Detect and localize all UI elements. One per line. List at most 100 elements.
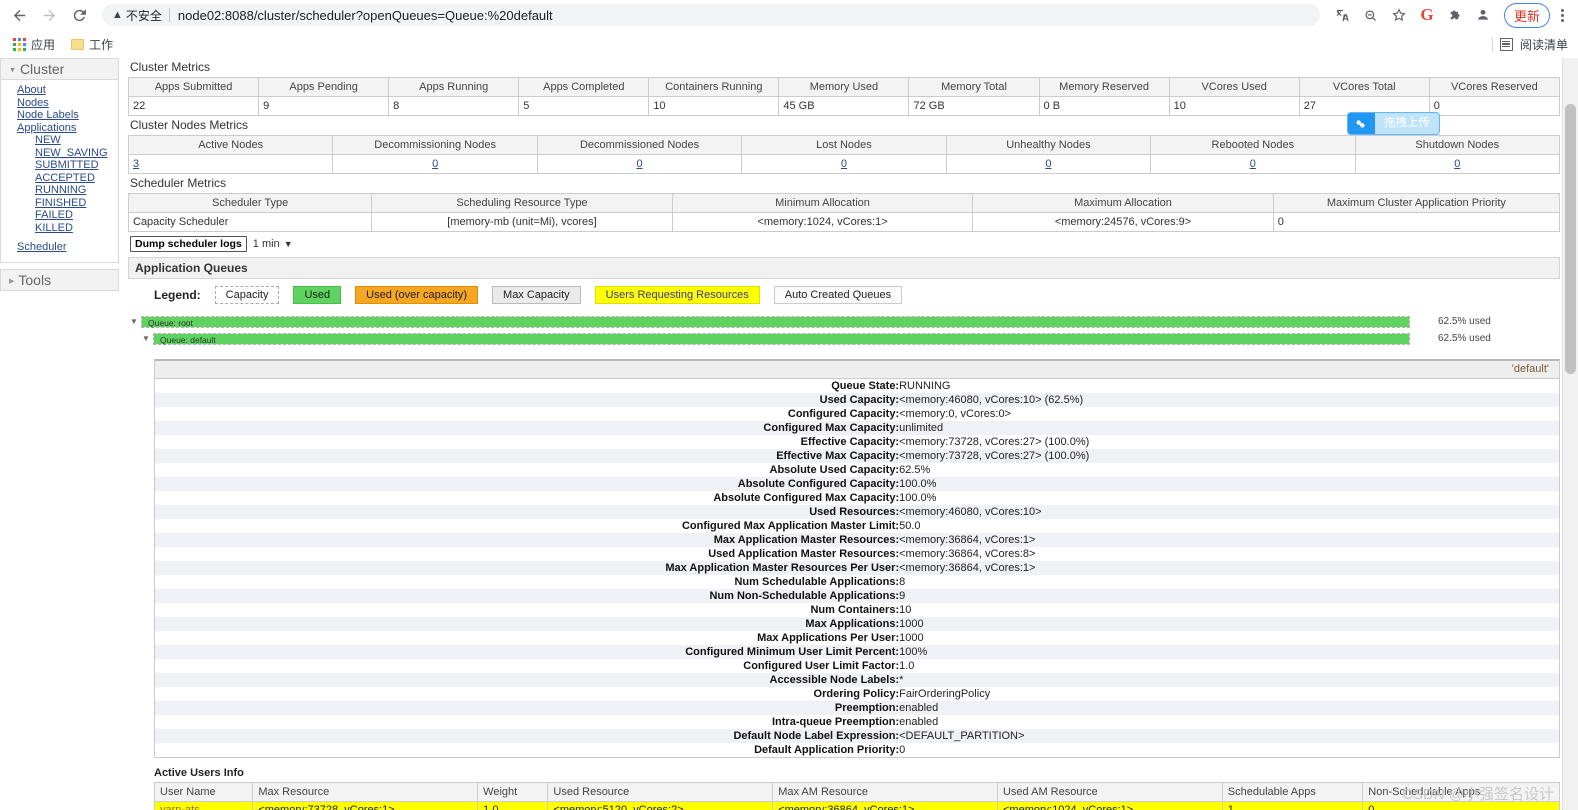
val-vcores-used: 10 [1168,96,1300,116]
queue-properties-table: Queue State: RUNNING Used Capacity: <memor… [155,379,1559,757]
scrollbar-thumb[interactable] [1565,104,1576,374]
col-used-resource: Used Resource [547,782,774,802]
zoom-out-icon[interactable] [1358,2,1384,28]
sidebar-item-new-saving[interactable]: NEW_SAVING [1,147,118,160]
google-g-icon[interactable]: G [1414,2,1440,28]
col-user-name: User Name [153,782,254,802]
sidebar-item-running[interactable]: RUNNING [1,184,118,197]
col-max-am-resource: Max AM Resource [772,782,998,802]
bookmark-apps[interactable]: 应用 [8,34,60,55]
reload-icon[interactable] [66,2,92,28]
dump-scheduler-logs-button[interactable]: Dump scheduler logs [130,236,247,252]
table-row: Configured Max Capacity: unlimited [155,421,1559,435]
val-rebooted-nodes[interactable]: 0 [1250,158,1256,170]
prop-key: Used Application Master Resources: [708,548,900,560]
sidebar-item-about[interactable]: About [1,84,118,97]
browser-toolbar: ▲ 不安全 node02:8088/cluster/scheduler?open… [0,0,1578,30]
prop-value: 62.5% [899,464,931,476]
sidebar-header-cluster[interactable]: ▼ Cluster [0,58,119,79]
sidebar-item-finished[interactable]: FINISHED [1,197,118,210]
prop-value: 0 [899,744,906,756]
bookmark-work-folder[interactable]: 工作 [66,34,118,55]
prop-key: Effective Capacity: [800,436,900,448]
val-memory-reserved: 0 B [1038,96,1170,116]
back-arrow-icon[interactable] [6,2,32,28]
sidebar-item-killed[interactable]: KILLED [1,222,118,235]
page-scrollbar[interactable] [1562,58,1578,810]
sidebar-item-new[interactable]: NEW [1,134,118,147]
queue-label: Queue: root [148,317,193,328]
sidebar-item-nodes[interactable]: Nodes [1,97,118,110]
prop-value: enabled [899,702,939,714]
prop-key: Absolute Configured Capacity: [737,478,900,490]
reading-list-icon [1499,37,1513,51]
val-lost-nodes[interactable]: 0 [841,158,847,170]
table-row: Configured Max Application Master Limit:… [155,519,1559,533]
col-used-am-resource: Used AM Resource [996,782,1223,802]
col-weight: Weight [477,782,549,802]
bookmark-star-icon[interactable] [1386,2,1412,28]
col-rebooted-nodes: Rebooted Nodes [1150,135,1356,155]
queue-bars: ▼ Queue: root 62.5% used ▼ Queue: defaul… [128,311,1560,351]
sidebar-item-submitted[interactable]: SUBMITTED [1,159,118,172]
queue-capacity-bar[interactable]: Queue: root [141,315,1410,328]
prop-key: Accessible Node Labels: [769,674,900,686]
table-header-row: Apps Submitted Apps Pending Apps Running… [127,77,1561,97]
bookmarks-bar-right: 阅读清单 [1491,36,1568,53]
queue-row-default[interactable]: ▼ Queue: default 62.5% used [130,332,1560,345]
forward-arrow-icon[interactable] [36,2,62,28]
translate-icon[interactable] [1330,2,1356,28]
netdisk-upload-widget[interactable]: 拖拽上传 [1347,112,1440,135]
val-apps-submitted: 22 [127,96,260,116]
sidebar-item-scheduler[interactable]: Scheduler [1,241,118,254]
val-decommissioning-nodes[interactable]: 0 [432,158,438,170]
dump-interval-select[interactable]: 1 min ▼ [253,238,293,250]
table-row: Used Capacity: <memory:46080, vCores:10> … [155,393,1559,407]
prop-value: <memory:36864, vCores:1> [899,562,1036,574]
sidebar-item-applications[interactable]: Applications [1,122,118,135]
val-vcores-reserved: 0 [1428,96,1561,116]
active-users-title: Active Users Info [154,767,244,779]
table-row: Configured Capacity: <memory:0, vCores:0> [155,407,1559,421]
browser-menu-icon[interactable] [1554,8,1570,22]
table-row: Default Node Label Expression: <DEFAULT_P… [155,729,1559,743]
col-max-cluster-app-priority: Maximum Cluster Application Priority [1272,193,1561,213]
prop-key: Intra-queue Preemption: [771,716,900,728]
sidebar-header-tools[interactable]: ▶ Tools [0,268,119,291]
sidebar-item-accepted[interactable]: ACCEPTED [1,172,118,185]
prop-key: Max Application Master Resources: [713,534,900,546]
queue-row-root[interactable]: ▼ Queue: root 62.5% used [130,315,1560,328]
prop-key: Num Schedulable Applications: [734,576,900,588]
prop-value: <memory:46080, vCores:10> (62.5%) [899,394,1084,406]
val-shutdown-nodes[interactable]: 0 [1454,158,1460,170]
sidebar-item-node-labels[interactable]: Node Labels [1,109,118,122]
caret-down-icon[interactable]: ▼ [142,334,153,343]
update-button[interactable]: 更新 [1503,2,1550,28]
reading-list-label[interactable]: 阅读清单 [1520,36,1568,53]
table-row: Effective Capacity: <memory:73728, vCores… [155,435,1559,449]
prop-value: 100.0% [899,492,937,504]
val-apps-running: 8 [388,96,520,116]
sidebar-item-failed[interactable]: FAILED [1,209,118,222]
queue-used-text: 62.5% used [1438,316,1491,327]
val-decommissioned-nodes[interactable]: 0 [636,158,642,170]
caret-down-icon[interactable]: ▼ [130,317,141,326]
cell-max-resource: <memory:73728, vCores:1> [252,801,479,810]
val-unhealthy-nodes[interactable]: 0 [1045,158,1051,170]
profile-avatar-icon[interactable] [1470,2,1496,28]
address-bar[interactable]: ▲ 不安全 node02:8088/cluster/scheduler?open… [102,4,1320,26]
col-unhealthy-nodes: Unhealthy Nodes [945,135,1152,155]
val-active-nodes[interactable]: 3 [133,158,139,170]
prop-value: RUNNING [899,380,951,392]
prop-key: Preemption: [834,702,900,714]
prop-value: unlimited [899,422,944,434]
table-row: yarn-ats <memory:73728, vCores:1> 1.0 <m… [153,801,1560,810]
table-row: Used Resources: <memory:46080, vCores:10> [155,505,1559,519]
extensions-puzzle-icon[interactable] [1442,2,1468,28]
val-containers-running: 10 [648,96,780,116]
table-header-row: Scheduler Type Scheduling Resource Type … [127,193,1561,213]
legend-capacity: Capacity [214,286,280,304]
table-row: Configured User Limit Factor: 1.0 [155,659,1559,673]
queue-capacity-bar[interactable]: Queue: default [153,332,1410,345]
